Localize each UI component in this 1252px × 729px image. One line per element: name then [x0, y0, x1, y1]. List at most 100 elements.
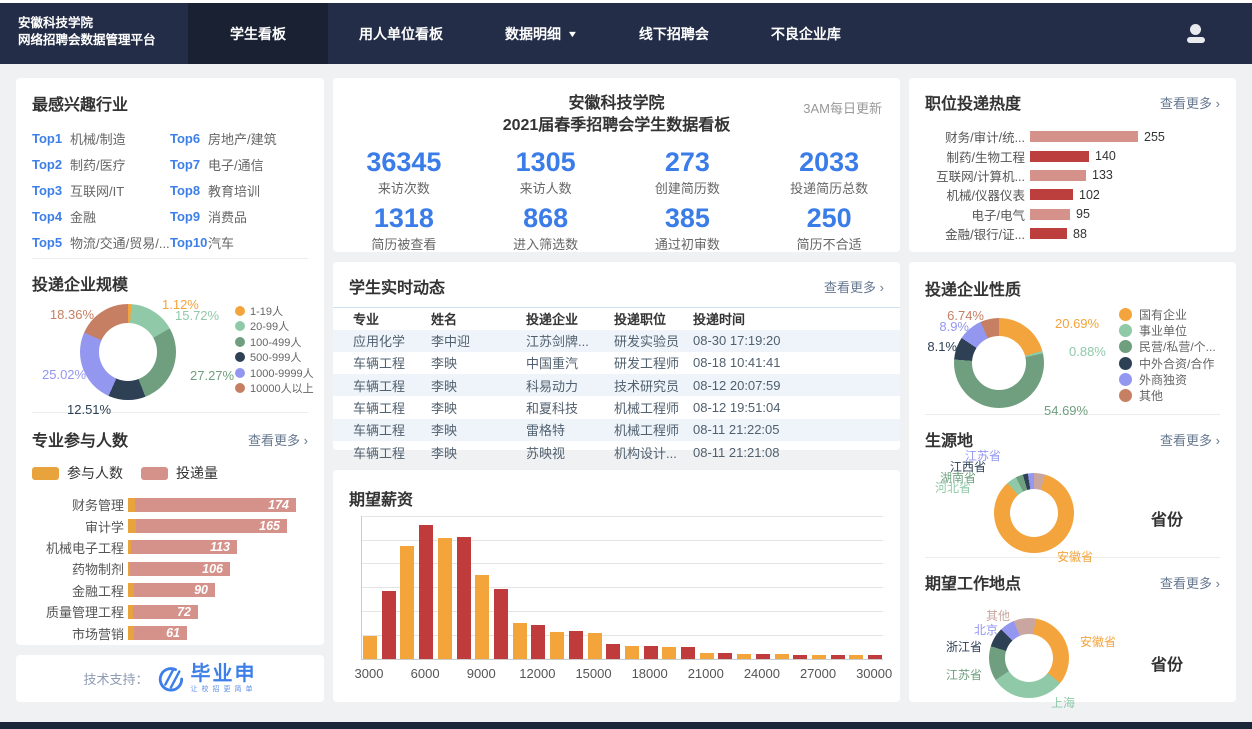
tab-label: 用人单位看板: [359, 24, 443, 44]
unit-label: 省份: [1151, 506, 1183, 530]
industry-rank: Top8: [170, 183, 208, 198]
applications-bar-segment: 61: [134, 626, 187, 640]
table-cell: 08-11 21:22:05: [693, 419, 900, 441]
industry-rank-item: Top9消费品: [170, 203, 308, 229]
majors-bar: 113: [128, 540, 237, 554]
table-cell: 雷格特: [526, 419, 614, 441]
industry-rank-item: Top5物流/交通/贸易/...: [32, 229, 170, 255]
x-axis-tick-label: 9000: [467, 666, 496, 681]
section-title: 学生实时动态: [349, 274, 445, 298]
salary-bar: [644, 646, 658, 659]
user-menu[interactable]: [1186, 3, 1252, 64]
job-heat-label: 制药/生物工程: [925, 147, 1025, 166]
section-expected-workplace: 期望工作地点 查看更多 › 其他 北京 浙江省 江苏省 安徽省 上海 省份: [909, 558, 1236, 703]
stat-label: 投递简历总数: [758, 178, 900, 197]
majors-bar: 174: [128, 498, 296, 512]
salary-bar: [588, 633, 602, 659]
job-heat-row: 电子/电气95: [925, 205, 1220, 224]
student-activity-table: 专业姓名投递企业投递职位投递时间 应用化学李中迎江苏剑牌...研发实验员08-3…: [333, 307, 900, 463]
industry-rank: Top10: [170, 235, 208, 250]
participants-bar-segment: [128, 519, 136, 533]
table-column-header: 投递职位: [614, 308, 693, 330]
biyeshen-tagline: 让校招更简单: [191, 686, 257, 693]
chevron-right-icon: ›: [1216, 433, 1220, 448]
section-title: 期望薪资: [333, 470, 900, 510]
salary-bar: [494, 589, 508, 659]
tab-student-board[interactable]: 学生看板: [188, 3, 328, 64]
table-cell: 研发工程师: [614, 352, 693, 374]
table-cell: 李映: [431, 441, 526, 463]
donut-callout: 27.27%: [190, 368, 234, 383]
industry-rank: Top2: [32, 157, 70, 172]
majors-bar: 72: [128, 605, 198, 619]
legend-label: 外商独资: [1139, 371, 1187, 388]
stat-value: 273: [617, 147, 759, 177]
x-axis-tick-label: 18000: [632, 666, 668, 681]
donut-callout: 54.69%: [1044, 403, 1088, 418]
majors-bar-chart: 财务管理174审计学165机械电子工程113药物制剂106金融工程90质量管理工…: [32, 494, 308, 644]
job-heat-row: 机械/仪器仪表102: [925, 185, 1220, 204]
stat-value: 2033: [758, 147, 900, 177]
table-cell: 车辆工程: [333, 419, 431, 441]
tab-offline-fair[interactable]: 线下招聘会: [608, 3, 740, 64]
stat-item: 868进入筛选数: [475, 203, 617, 253]
table-cell: 机械工程师: [614, 396, 693, 418]
salary-bar: [475, 575, 489, 659]
center-column: 安徽科技学院 2021届春季招聘会学生数据看板 3AM每日更新 36345来访次…: [333, 78, 900, 702]
tab-employer-board[interactable]: 用人单位看板: [328, 3, 474, 64]
stat-value: 385: [617, 203, 759, 233]
section-title: 期望工作地点: [925, 570, 1021, 594]
job-heat-card: 职位投递热度 查看更多 › 财务/审计/统...255制药/生物工程140互联网…: [909, 78, 1236, 252]
table-cell: 苏映视: [526, 441, 614, 463]
view-more-link[interactable]: 查看更多 ›: [248, 430, 308, 449]
job-heat-label: 金融/银行/证...: [925, 224, 1025, 243]
stat-label: 创建简历数: [617, 178, 759, 197]
x-axis-tick-label: 6000: [411, 666, 440, 681]
table-cell: 李映: [431, 396, 526, 418]
update-note: 3AM每日更新: [803, 98, 882, 117]
app-title: 安徽科技学院 网络招聘会数据管理平台: [0, 3, 188, 64]
majors-bar-label: 市场营销: [32, 624, 124, 643]
donut-callout: 0.88%: [1069, 344, 1106, 359]
tech-support-label: 技术支持：: [83, 669, 148, 688]
salary-bar: [363, 636, 377, 659]
legend-dot-icon: [235, 368, 245, 378]
donut-callout: 25.02%: [42, 367, 86, 382]
chevron-down-icon: ▼: [567, 29, 579, 39]
x-axis-tick-label: 12000: [519, 666, 555, 681]
salary-histogram: [361, 516, 883, 660]
salary-bar: [625, 646, 639, 659]
majors-bar: 106: [128, 562, 230, 576]
legend-dot-icon: [1119, 389, 1132, 402]
view-more-link[interactable]: 查看更多 ›: [1160, 430, 1220, 449]
donut-callout: 18.36%: [24, 307, 94, 322]
table-cell: 和夏科技: [526, 396, 614, 418]
job-heat-value: 133: [1092, 168, 1113, 182]
table-header-row: 专业姓名投递企业投递职位投递时间: [333, 308, 900, 330]
right-column: 职位投递热度 查看更多 › 财务/审计/统...255制药/生物工程140互联网…: [909, 78, 1236, 702]
user-icon[interactable]: [1186, 24, 1206, 43]
app-title-line2: 网络招聘会数据管理平台: [18, 32, 188, 49]
industry-rank-item: Top4金融: [32, 203, 170, 229]
industry-label: 机械/制造: [70, 129, 126, 148]
majors-bar: 165: [128, 519, 287, 533]
majors-bar-row: 金融工程90: [32, 580, 308, 601]
view-more-link[interactable]: 查看更多 ›: [1160, 93, 1220, 112]
view-more-link[interactable]: 查看更多 ›: [824, 277, 884, 296]
industry-rank-item: Top1机械/制造: [32, 125, 170, 151]
x-axis-tick-label: 27000: [800, 666, 836, 681]
industry-rank: Top1: [32, 131, 70, 146]
industry-label: 消费品: [208, 207, 247, 226]
table-cell: 中国重汽: [526, 352, 614, 374]
tab-bad-company[interactable]: 不良企业库: [740, 3, 872, 64]
salary-bar: [718, 653, 732, 659]
donut-callout: 12.51%: [67, 402, 111, 417]
table-column-header: 投递企业: [526, 308, 614, 330]
job-heat-bar: [1030, 189, 1073, 200]
table-cell: 李映: [431, 374, 526, 396]
tab-data-detail[interactable]: 数据明细▼: [474, 3, 608, 64]
donut-callout: 北京: [974, 621, 998, 638]
view-more-link[interactable]: 查看更多 ›: [1160, 573, 1220, 592]
chevron-right-icon: ›: [304, 433, 308, 448]
x-axis-tick-label: 3000: [355, 666, 384, 681]
